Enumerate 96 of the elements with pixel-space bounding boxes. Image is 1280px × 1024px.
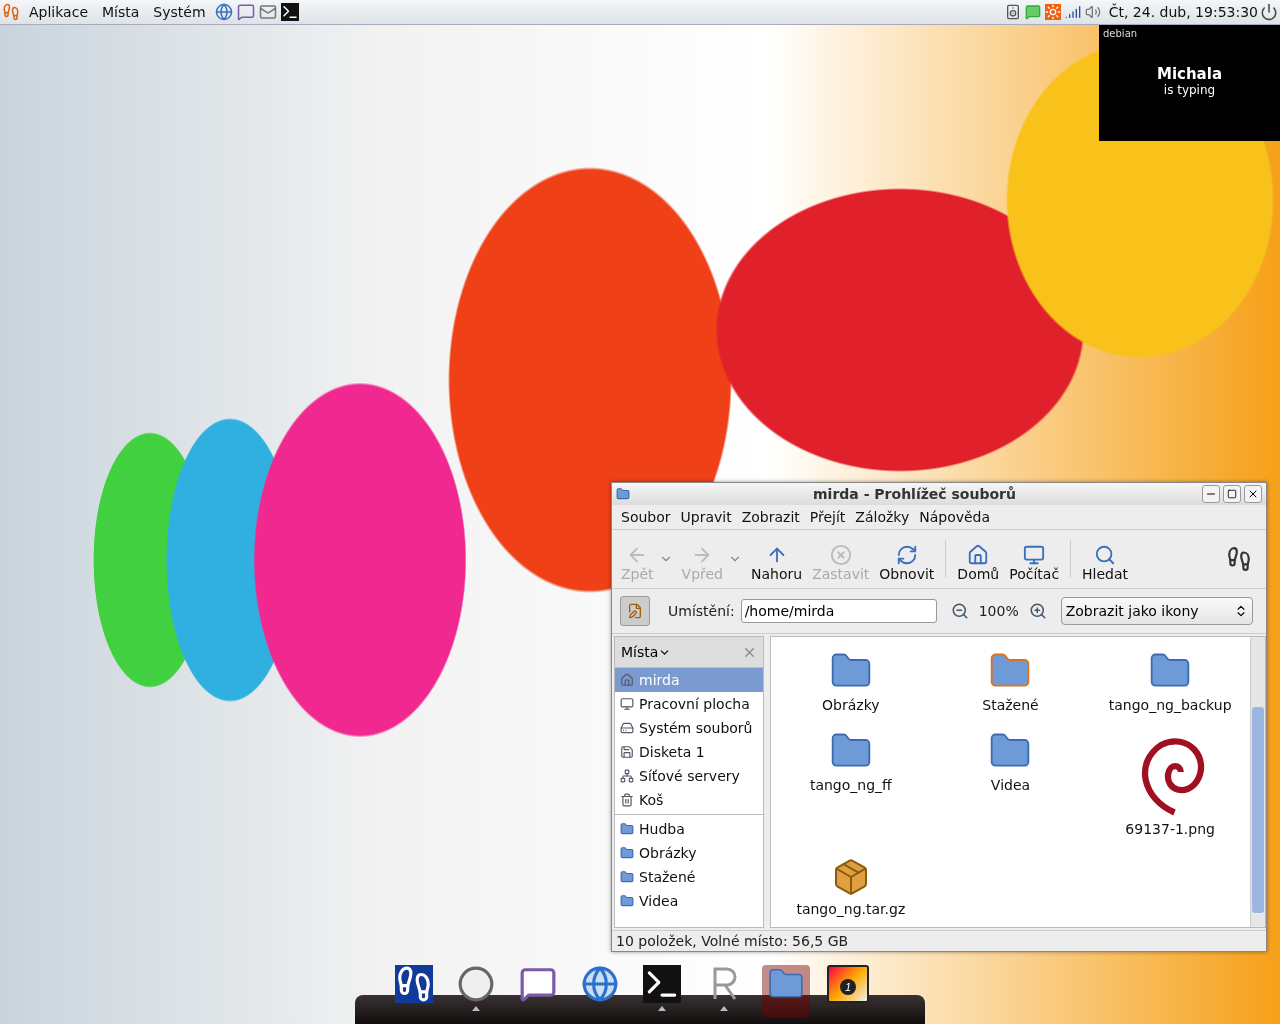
- window-title: mirda - Prohlížeč souborů: [812, 486, 1017, 502]
- globe-icon[interactable]: [214, 3, 233, 21]
- file-name[interactable]: tango_ng_backup: [1108, 697, 1232, 713]
- reload-icon: [895, 544, 918, 566]
- sidebar-item[interactable]: Koš: [615, 788, 763, 812]
- file-name[interactable]: tango_ng.tar.gz: [796, 901, 906, 917]
- folder-icon: [620, 846, 634, 860]
- maximize-button[interactable]: [1223, 485, 1241, 503]
- status-bar: 10 položek, Volné místo: 56,5 GB: [612, 930, 1266, 951]
- terminal-icon[interactable]: [280, 3, 299, 21]
- desktop-icon: [620, 697, 634, 711]
- drive-icon: [620, 721, 634, 735]
- sidebar-label: Pracovní plocha: [639, 696, 750, 712]
- view-select[interactable]: Zobrazit jako ikony: [1060, 597, 1253, 625]
- chat-icon[interactable]: [236, 3, 255, 21]
- close-button[interactable]: [1244, 485, 1262, 503]
- signal-icon[interactable]: [1064, 4, 1081, 20]
- clock[interactable]: Čt, 24. dub, 19:53:30: [1108, 4, 1258, 20]
- sidebar-label: Obrázky: [639, 845, 697, 861]
- folder-icon: [620, 870, 634, 884]
- sidebar-item[interactable]: Videa: [615, 889, 763, 913]
- chat-icon: [519, 965, 557, 1003]
- panel-menu[interactable]: Systém: [146, 4, 213, 20]
- sidebar-item[interactable]: Pracovní plocha: [615, 692, 763, 716]
- home-folder-icon: [967, 544, 990, 566]
- zoom-level: 100%: [977, 603, 1020, 619]
- sidebar-label: Systém souborů: [639, 720, 753, 736]
- toolbar-button[interactable]: Domů: [952, 530, 1005, 588]
- folder-icon: [616, 487, 630, 501]
- sidebar-item[interactable]: Systém souborů: [615, 716, 763, 740]
- edit-toggle-button[interactable]: [620, 596, 650, 626]
- foot-icon[interactable]: [2, 3, 20, 21]
- panel-menu[interactable]: Místa: [95, 4, 147, 20]
- running-indicator: [720, 1006, 728, 1011]
- folder-icon: [620, 822, 634, 836]
- menu-item[interactable]: Soubor: [616, 509, 676, 525]
- sidebar-label: Hudba: [639, 821, 685, 837]
- close-icon: [1247, 488, 1259, 500]
- foot-icon: [395, 965, 433, 1003]
- places-dropdown[interactable]: Místa: [621, 644, 672, 660]
- maximize-icon: [1227, 489, 1237, 499]
- file-name[interactable]: 69137-1.png: [1125, 821, 1215, 837]
- toolbar-button[interactable]: Hledat: [1077, 530, 1134, 588]
- sidebar-label: mirda: [639, 672, 680, 688]
- home-icon: [620, 673, 634, 687]
- panel-menu[interactable]: Aplikace: [22, 4, 95, 20]
- sidebar-label: Disketa 1: [639, 744, 705, 760]
- speaker-icon[interactable]: [1004, 4, 1021, 20]
- dock-item[interactable]: 1: [824, 965, 872, 1017]
- volume-icon[interactable]: [1084, 4, 1101, 20]
- floppy-icon: [620, 745, 634, 759]
- toolbar-button[interactable]: Počítač: [1004, 530, 1065, 588]
- power-icon[interactable]: [1260, 3, 1278, 21]
- search-icon: [1094, 544, 1117, 566]
- toolbar-button[interactable]: Obnovit: [874, 530, 940, 588]
- zoom-in-button[interactable]: [1028, 602, 1047, 620]
- brand-label: debian: [1103, 28, 1138, 39]
- toolbar-button[interactable]: Nahoru: [746, 530, 808, 588]
- stop-icon: [829, 544, 852, 566]
- file-name[interactable]: Stažené: [982, 697, 1039, 713]
- file-name[interactable]: Obrázky: [822, 697, 880, 713]
- edit-icon: [627, 602, 643, 620]
- network-icon: [620, 769, 634, 783]
- menu-item[interactable]: Upravit: [675, 509, 737, 525]
- trash-icon: [620, 793, 634, 807]
- running-indicator: [472, 1006, 480, 1011]
- menu-item[interactable]: Nápověda: [914, 509, 996, 525]
- globe-icon: [581, 965, 619, 1003]
- file-name[interactable]: Videa: [990, 777, 1031, 793]
- mail-icon[interactable]: [258, 3, 277, 21]
- zoom-out-button[interactable]: [950, 602, 969, 620]
- sidebar-item[interactable]: Hudba: [615, 817, 763, 841]
- terminal-icon: [643, 965, 681, 1003]
- file-name[interactable]: tango_ng_ff: [809, 777, 892, 793]
- location-label: Umístění:: [668, 603, 735, 619]
- menu-item[interactable]: Zobrazit: [736, 509, 805, 525]
- sidebar-label: Videa: [639, 893, 679, 909]
- sidebar-item[interactable]: Disketa 1: [615, 740, 763, 764]
- running-indicator: [658, 1006, 666, 1011]
- minimize-button[interactable]: [1202, 485, 1220, 503]
- typing-status: is typing: [1163, 83, 1216, 97]
- sidebar-item[interactable]: Stažené: [615, 865, 763, 889]
- sidebar-item[interactable]: Obrázky: [615, 841, 763, 865]
- computer-icon: [1023, 544, 1046, 566]
- folder-icon: [620, 894, 634, 908]
- scrollbar[interactable]: [1250, 637, 1265, 927]
- sun-icon[interactable]: [1044, 4, 1061, 20]
- contact-name: Michala: [1157, 65, 1222, 83]
- sidebar-item[interactable]: Síťové servery: [615, 764, 763, 788]
- foot-icon: [1226, 546, 1252, 572]
- sidebar-label: Síťové servery: [639, 768, 740, 784]
- menu-item[interactable]: Záložky: [850, 509, 915, 525]
- menu-item[interactable]: Přejít: [804, 509, 851, 525]
- location-field[interactable]: /home/mirda: [740, 599, 937, 623]
- sidebar-label: Koš: [639, 792, 664, 808]
- sidebar-label: Stažené: [639, 869, 696, 885]
